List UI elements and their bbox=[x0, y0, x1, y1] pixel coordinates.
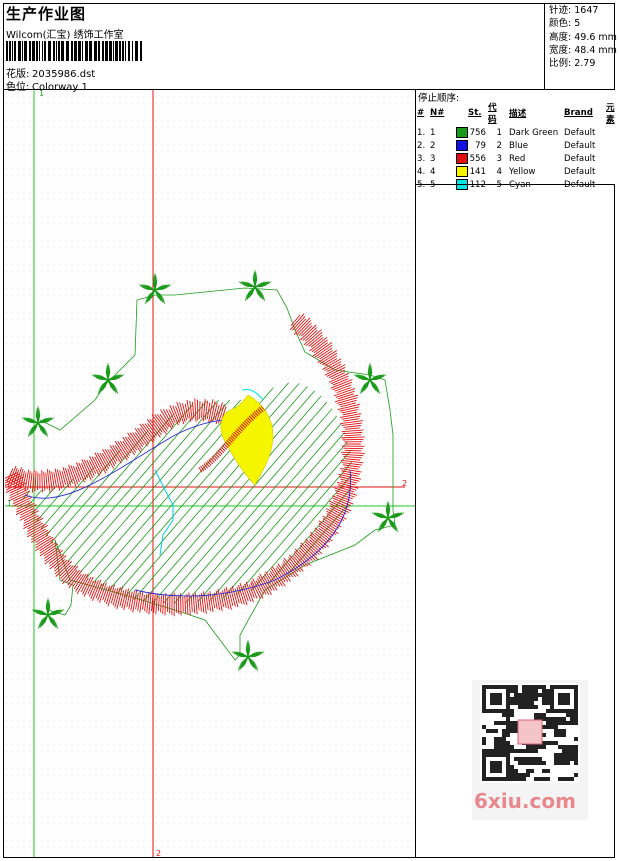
design-canvas: 1 1 2 2 bbox=[5, 90, 415, 857]
color-swatch bbox=[456, 166, 468, 177]
stat-height: 高度: 49.6 mm bbox=[549, 31, 617, 43]
color-table-header: # N# St. 代码 描述 Brand 元素 bbox=[417, 103, 615, 125]
color-row: 4. 4 141 4 Yellow Default bbox=[417, 166, 596, 177]
watermark-text: 6xiu.com bbox=[474, 789, 576, 813]
guide-v2-label: 2 bbox=[156, 849, 161, 857]
page-title: 生产作业图 bbox=[6, 5, 87, 23]
stat-colors: 颜色: 5 bbox=[549, 18, 581, 30]
guide-v1-label: 1 bbox=[39, 90, 44, 98]
guide-h2-label: 2 bbox=[402, 479, 407, 488]
canvas-divider bbox=[415, 89, 416, 858]
barcode bbox=[6, 41, 142, 61]
stat-width: 宽度: 48.4 mm bbox=[549, 44, 617, 56]
sheet-header: 生产作业图 Wilcom(汇宝) 绣饰工作室 花版: 2035986.dst 色位… bbox=[6, 4, 544, 93]
stat-stitches: 针迹: 1647 bbox=[549, 5, 599, 16]
design-stats: 针迹: 1647 颜色: 5 高度: 49.6 mm 宽度: 48.4 mm 比… bbox=[544, 3, 617, 89]
qr-code bbox=[480, 683, 580, 783]
color-swatch bbox=[456, 127, 468, 138]
color-swatch bbox=[456, 153, 468, 164]
color-table: # N# St. 代码 描述 Brand 元素 1. 1 756 1 Dark Gree… bbox=[416, 100, 615, 191]
stop-sequence-panel: 停止顺序: # N# St. 代码 描述 Brand 元素 1. 1 756 1 Dar… bbox=[416, 90, 615, 190]
color-row: 2. 2 79 2 Blue Default bbox=[417, 140, 596, 151]
design-preview: 1 1 2 2 bbox=[5, 90, 415, 857]
company-name: Wilcom(汇宝) 绣饰工作室 bbox=[6, 30, 124, 41]
panel-divider bbox=[416, 184, 615, 185]
color-row: 3. 3 556 3 Red Default bbox=[417, 153, 596, 164]
color-row: 1. 1 756 1 Dark Green Default bbox=[417, 127, 596, 138]
color-swatch bbox=[456, 140, 468, 151]
stat-scale: 比例: 2.79 bbox=[549, 58, 596, 70]
